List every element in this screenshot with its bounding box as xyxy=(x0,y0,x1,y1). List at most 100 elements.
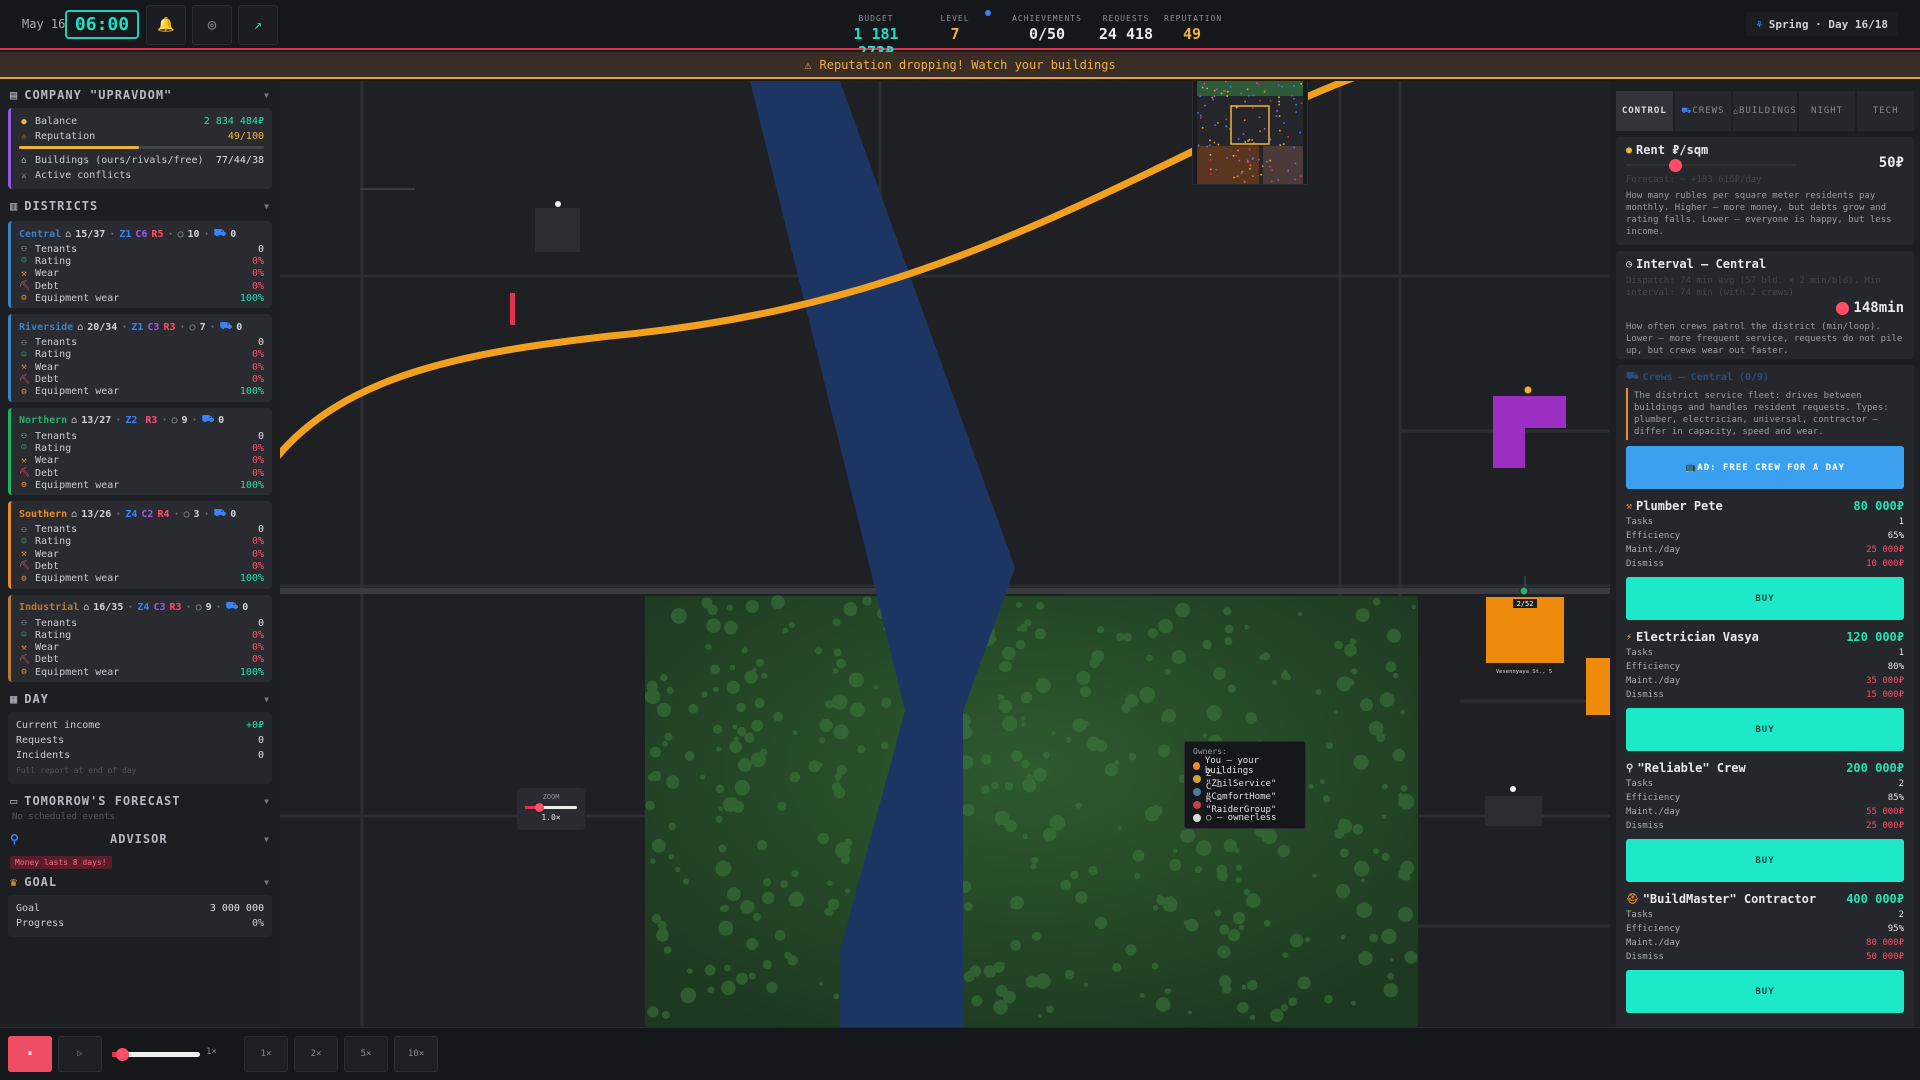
tree xyxy=(1070,870,1079,880)
tree xyxy=(675,866,681,873)
tree xyxy=(762,891,775,905)
district-card[interactable]: Southern ⌂ 13/26 · Z4 C2 R4 · ○ 3 · ⛟ 0 ⚇ Tenants 0 ☺ Rat… xyxy=(8,501,272,589)
tab-buildings[interactable]: ⌂ BUILDINGS xyxy=(1733,91,1797,131)
tree xyxy=(1030,863,1037,870)
tree xyxy=(1016,626,1023,632)
tree xyxy=(712,724,723,734)
home-icon: ⌂ xyxy=(83,602,90,614)
pause-icon: ⏸ xyxy=(27,1049,33,1059)
minimap[interactable] xyxy=(1192,81,1308,185)
tree xyxy=(991,781,999,790)
tab-control[interactable]: CONTROL xyxy=(1616,91,1673,131)
speed-2x-button[interactable]: 2× xyxy=(294,1036,338,1072)
coin-icon: ● xyxy=(1626,144,1633,156)
advisor-header[interactable]: ⚲ ADVISOR ▼ xyxy=(0,828,280,850)
minimap-building xyxy=(1238,159,1240,162)
hammer-icon: ⛏ xyxy=(19,281,31,292)
map-canvas[interactable]: 2/52 Vesennyaya St., 5 xyxy=(280,81,1610,1027)
wrench-icon: ⚒ xyxy=(21,549,27,560)
zoom-control[interactable]: ZOOM 1.0× xyxy=(517,788,585,830)
rent-slider[interactable]: 50₽ xyxy=(1626,155,1904,172)
minimap-building xyxy=(1227,91,1229,93)
tree xyxy=(1088,865,1098,876)
speed-1x-button[interactable]: 1× xyxy=(244,1036,288,1072)
tab-night[interactable]: NIGHT xyxy=(1798,91,1856,131)
speed-5x-button[interactable]: 5× xyxy=(344,1036,388,1072)
tree xyxy=(1404,950,1418,964)
zoom-slider-thumb[interactable] xyxy=(535,803,544,812)
tree xyxy=(1151,962,1159,970)
target-button[interactable]: ◎ xyxy=(192,5,232,45)
tree xyxy=(997,694,1005,701)
tree xyxy=(721,980,736,996)
interval-slider-thumb[interactable] xyxy=(1836,301,1850,315)
tree xyxy=(818,762,823,767)
tree xyxy=(1011,750,1023,762)
bottom-bar: ⏸ ▷ 1× 1× 2× 5× 10× xyxy=(0,1027,1920,1080)
tree xyxy=(766,981,778,994)
ad-free-crew-button[interactable]: 📺 AD: FREE CREW FOR A DAY xyxy=(1626,446,1904,489)
speed-slider[interactable] xyxy=(112,1048,200,1061)
tree xyxy=(748,972,756,980)
district-card[interactable]: Industrial ⌂ 16/35 · Z4 C3 R3 · ○ 9 · ⛟ 0 ⚇ Tenants 0 ☺ R… xyxy=(8,594,272,683)
minimap-building xyxy=(1260,173,1262,176)
minimap-building xyxy=(1240,92,1242,95)
goal-header[interactable]: ♛ GOAL ▼ xyxy=(0,871,280,893)
tree xyxy=(721,904,729,912)
play-button[interactable]: ▷ xyxy=(58,1036,102,1072)
tree xyxy=(1176,607,1187,618)
goal-card: Goal 3 000 000 Progress 0% xyxy=(8,895,272,938)
bell-button[interactable]: 🔔 xyxy=(146,5,186,45)
tree xyxy=(1353,754,1369,770)
minimap-building xyxy=(1235,106,1238,109)
tree xyxy=(1227,684,1236,693)
minimap-building xyxy=(1242,133,1245,135)
district-card[interactable]: Northern ⌂ 13/27 · Z2 R3 · ○ 9 · ⛟ 0 ⚇ Tenants 0 ☺ Ratin… xyxy=(8,407,272,496)
rent-slider-thumb[interactable] xyxy=(1668,159,1682,172)
tree xyxy=(1353,860,1370,877)
buy-crew-button[interactable]: BUY xyxy=(1626,970,1904,1013)
tree xyxy=(788,891,804,907)
tree xyxy=(1152,905,1159,911)
ownerless-building[interactable] xyxy=(1485,796,1542,826)
tree xyxy=(1213,667,1226,680)
district-card[interactable]: Central ⌂ 15/37 · Z1 C6 R5 · ○ 10 · ⛟ 0 ⚇ Tenants 0 ☺ Rat… xyxy=(8,221,272,309)
ownerless-building[interactable] xyxy=(535,208,580,252)
buy-crew-button[interactable]: BUY xyxy=(1626,577,1904,620)
tree xyxy=(1400,784,1408,792)
company-header[interactable]: ▤ COMPANY "UPRAVDOM" ▼ xyxy=(0,84,280,106)
tree xyxy=(1351,668,1358,675)
season-badge[interactable]: ⚘ Spring · Day 16/18 xyxy=(1746,12,1898,36)
minimap-building xyxy=(1209,158,1212,161)
buy-crew-button[interactable]: BUY xyxy=(1626,708,1904,751)
district-card[interactable]: Riverside ⌂ 20/34 · Z1 C3 R3 · ○ 7 · ⛟ 0 ⚇ Tenants 0 ☺ Ra… xyxy=(8,314,272,402)
tree xyxy=(727,887,741,901)
buy-crew-button[interactable]: BUY xyxy=(1626,839,1904,882)
minimap-building xyxy=(1259,130,1261,132)
tree xyxy=(763,878,772,887)
minimap-building xyxy=(1277,179,1280,181)
city-map[interactable]: 2/52 Vesennyaya St., 5 ZOOM 1.0× Owners:… xyxy=(280,81,1610,1027)
trend-button[interactable]: ↗ xyxy=(238,5,278,45)
tab-crews[interactable]: ⛟ CREWS xyxy=(1674,91,1732,131)
interval-slider[interactable]: 148min xyxy=(1626,299,1904,317)
pause-button[interactable]: ⏸ xyxy=(8,1036,52,1072)
tree xyxy=(843,858,850,865)
tree xyxy=(1065,736,1072,743)
tree xyxy=(1049,815,1066,831)
speed-slider-thumb[interactable] xyxy=(116,1048,129,1061)
tree xyxy=(713,686,719,693)
circle-icon: ○ xyxy=(189,321,196,333)
fleet-card: ⛟ Crews — Central (0/9) The district serv… xyxy=(1616,365,1914,1027)
districts-header[interactable]: ▥ DISTRICTS ▼ xyxy=(0,195,280,217)
tree xyxy=(1196,840,1212,856)
minimap-building xyxy=(1200,117,1202,119)
minimap-building xyxy=(1279,129,1281,132)
forecast-header[interactable]: ▭ TOMORROW'S FORECAST ▼ xyxy=(0,790,280,812)
day-header[interactable]: ▦ DAY ▼ xyxy=(0,688,280,710)
tab-tech[interactable]: TECH xyxy=(1857,91,1914,131)
speed-10x-button[interactable]: 10× xyxy=(394,1036,438,1072)
tree xyxy=(1244,624,1249,630)
own-building[interactable] xyxy=(1586,658,1610,715)
tree xyxy=(668,854,675,860)
